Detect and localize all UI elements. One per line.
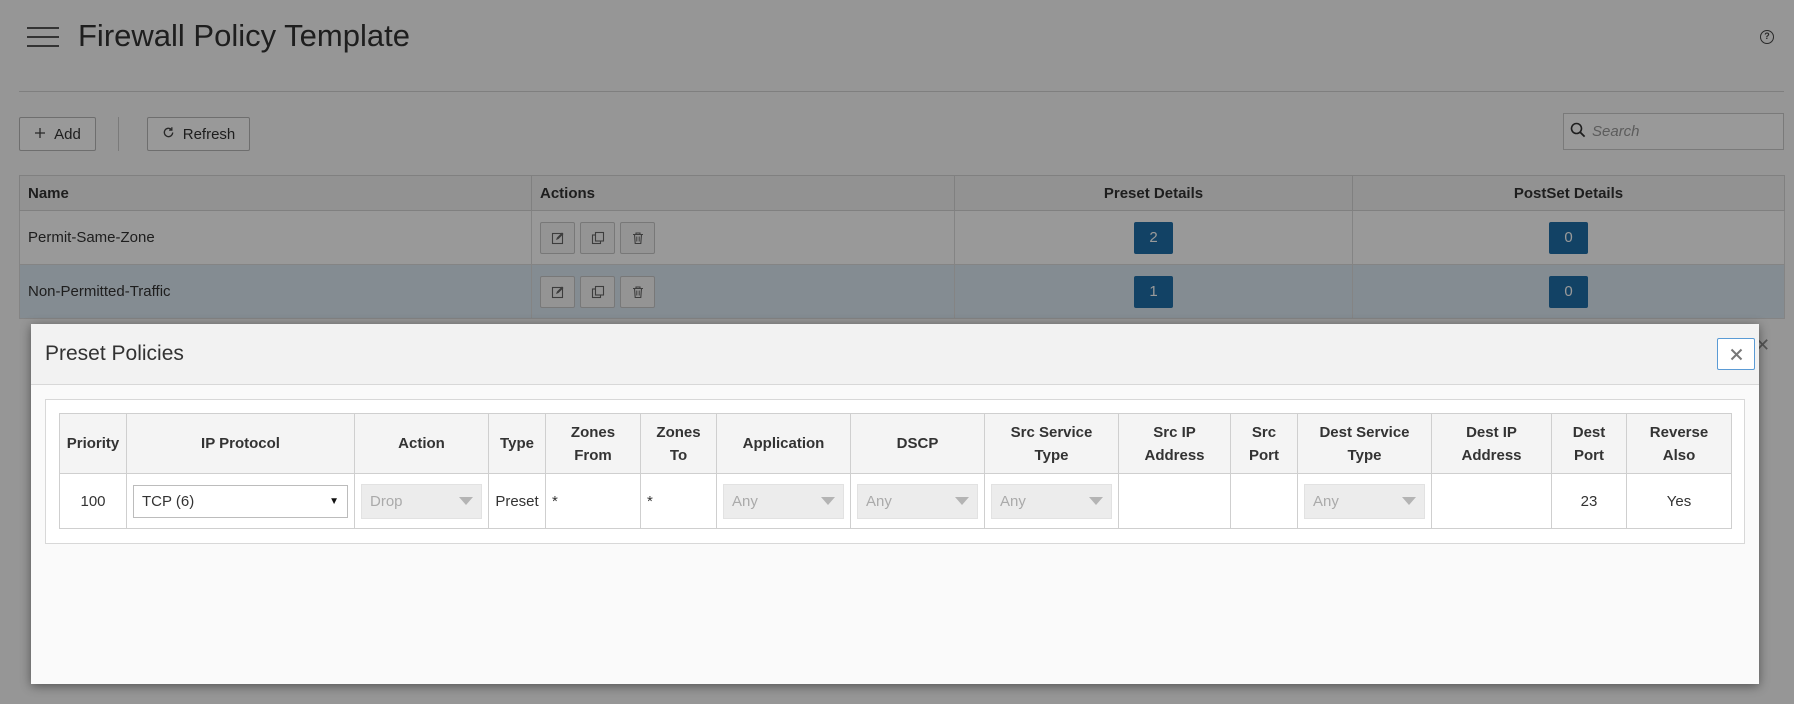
src-service-type-cell: Any	[984, 473, 1119, 529]
chevron-down-icon	[955, 497, 969, 505]
ip-protocol-select[interactable]: TCP (6) ▼	[133, 484, 348, 518]
column-header-type[interactable]: Type	[488, 413, 546, 474]
dest-port-cell: 23	[1551, 473, 1627, 529]
ip-protocol-cell: TCP (6) ▼	[126, 473, 355, 529]
reverse-also-cell: Yes	[1626, 473, 1732, 529]
dscp-value: Any	[866, 492, 892, 510]
application-value: Any	[732, 492, 758, 510]
dest-service-type-value: Any	[1313, 492, 1339, 510]
close-button[interactable]	[1717, 338, 1755, 370]
policies-header-row: Priority IP Protocol Action Type Zones Fr…	[59, 413, 1732, 474]
ip-protocol-value: TCP (6)	[142, 492, 195, 510]
column-header-dest-port[interactable]: Dest Port	[1551, 413, 1627, 474]
zones-from-cell: *	[545, 473, 641, 529]
zones-to-cell: *	[640, 473, 717, 529]
modal-title: Preset Policies	[45, 342, 184, 365]
application-select: Any	[723, 483, 844, 519]
src-service-type-select: Any	[991, 483, 1112, 519]
preset-policies-table: Priority IP Protocol Action Type Zones Fr…	[59, 413, 1732, 529]
column-header-dest-ip-address[interactable]: Dest IP Address	[1431, 413, 1552, 474]
chevron-down-icon	[1402, 497, 1416, 505]
close-icon	[1730, 348, 1742, 360]
chevron-down-icon	[821, 497, 835, 505]
src-service-type-value: Any	[1000, 492, 1026, 510]
column-header-ip-protocol[interactable]: IP Protocol	[126, 413, 355, 474]
dscp-cell: Any	[850, 473, 985, 529]
chevron-down-icon	[1089, 497, 1103, 505]
column-header-application[interactable]: Application	[716, 413, 851, 474]
policies-panel: Priority IP Protocol Action Type Zones Fr…	[45, 399, 1745, 544]
src-port-cell	[1230, 473, 1298, 529]
action-cell: Drop	[354, 473, 489, 529]
column-header-dscp[interactable]: DSCP	[850, 413, 985, 474]
dest-service-type-select: Any	[1304, 483, 1425, 519]
dest-service-type-cell: Any	[1297, 473, 1432, 529]
src-ip-address-cell	[1118, 473, 1231, 529]
table-row: 100 TCP (6) ▼ Drop Preset * * Any Any An…	[59, 473, 1732, 529]
type-cell: Preset	[488, 473, 546, 529]
chevron-down-icon	[459, 497, 473, 505]
application-cell: Any	[716, 473, 851, 529]
column-header-reverse-also[interactable]: Reverse Also	[1626, 413, 1732, 474]
column-header-src-service-type[interactable]: Src Service Type	[984, 413, 1119, 474]
column-header-src-ip-address[interactable]: Src IP Address	[1118, 413, 1231, 474]
column-header-priority[interactable]: Priority	[59, 413, 127, 474]
column-header-action[interactable]: Action	[354, 413, 489, 474]
column-header-src-port[interactable]: Src Port	[1230, 413, 1298, 474]
column-header-dest-service-type[interactable]: Dest Service Type	[1297, 413, 1432, 474]
preset-policies-modal: Preset Policies Priority IP Protocol Act…	[31, 324, 1759, 684]
modal-header: Preset Policies	[31, 324, 1759, 385]
action-select: Drop	[361, 483, 482, 519]
column-header-zones-to[interactable]: Zones To	[640, 413, 717, 474]
dropdown-arrow-icon: ▼	[329, 495, 339, 507]
action-value: Drop	[370, 492, 403, 510]
dest-ip-address-cell	[1431, 473, 1552, 529]
dscp-select: Any	[857, 483, 978, 519]
column-header-zones-from[interactable]: Zones From	[545, 413, 641, 474]
priority-cell: 100	[59, 473, 127, 529]
